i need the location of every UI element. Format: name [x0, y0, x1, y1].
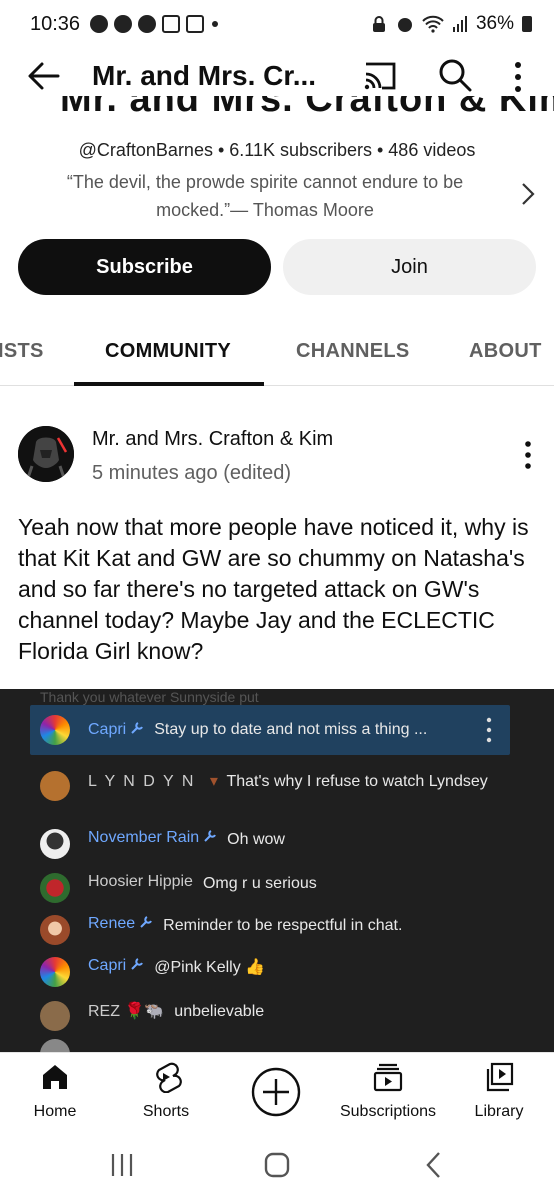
status-time: 10:36 [30, 12, 81, 35]
nav-shorts[interactable]: Shorts [111, 1061, 221, 1121]
chat-username-text: Renee [88, 915, 136, 932]
lock-icon [372, 16, 385, 32]
subscribe-button[interactable]: Subscribe [18, 239, 271, 295]
recent-apps-icon[interactable] [110, 1152, 134, 1178]
system-home-icon[interactable] [264, 1152, 290, 1178]
chat-message-body: That's why I refuse to watch Lyndsey [226, 773, 488, 790]
chat-username: Renee [88, 915, 153, 933]
chat-username-text: L Y N D Y N [88, 773, 196, 790]
channel-handle-line: @CraftonBarnes • 6.11K subscribers • 486… [78, 140, 476, 160]
system-back-icon[interactable] [424, 1150, 442, 1180]
bat-emoji-icon: ▾ [209, 773, 218, 790]
system-navigation-bar [0, 1132, 554, 1200]
chat-avatar-rainbow [40, 715, 70, 745]
chat-message: Capri @Pink Kelly 👍 [40, 957, 510, 987]
subscriptions-icon [373, 1063, 403, 1092]
chat-message: Renee Reminder to be respectful in chat. [40, 915, 510, 945]
nav-subscriptions[interactable]: Subscriptions [333, 1061, 443, 1121]
post-body-text: Yeah now that more people have noticed i… [18, 514, 529, 664]
chat-message: L Y N D Y N ▾ That's why I refuse to wat… [40, 771, 510, 801]
battery-percent: 36% [475, 13, 514, 34]
home-icon [43, 1065, 67, 1089]
join-button[interactable]: Join [283, 239, 536, 295]
bottom-navigation: Home Shorts Subscriptions Library [0, 1052, 554, 1132]
chat-avatar-lion [40, 1001, 70, 1031]
signal-icon [452, 16, 467, 32]
chat-avatar-cookie [40, 771, 70, 801]
post-timestamp: 5 minutes ago (edited) [92, 462, 292, 484]
chat-username: Capri [88, 957, 144, 975]
darth-vader-avatar-image [18, 426, 74, 482]
chat-message-text: @Pink Kelly 👍 [154, 959, 266, 976]
chat-avatar-flower [40, 873, 70, 903]
library-icon [486, 1062, 514, 1092]
chat-message-text: Oh wow [227, 831, 285, 848]
tab-about[interactable]: ABOUT [469, 340, 542, 363]
chat-message-text: L Y N D Y N ▾ That's why I refuse to wat… [88, 771, 488, 793]
chat-username-text: Capri [88, 721, 127, 738]
wrench-icon [131, 958, 144, 970]
post-more-vert-icon[interactable] [520, 440, 536, 470]
channel-title: Mr. and Mrs. Cr... [92, 60, 317, 91]
chat-message-text: Reminder to be respectful in chat. [163, 917, 403, 934]
wifi-icon [422, 15, 444, 33]
back-arrow-icon[interactable] [26, 58, 62, 94]
tiktok-icon [138, 15, 157, 33]
notification-icons [90, 15, 205, 33]
post-image-chat-screenshot[interactable]: Thank you whatever Sunnyside put Capri S… [0, 689, 554, 1054]
channel-tabs: ISTS COMMUNITY CHANNELS ABOUT [0, 322, 554, 386]
wrench-icon [204, 830, 217, 842]
nav-library-label: Library [474, 1103, 524, 1120]
more-notifications-dot [212, 21, 219, 27]
search-icon[interactable] [438, 58, 472, 92]
tab-community[interactable]: COMMUNITY [105, 340, 231, 363]
chat-message-text: Omg r u serious [202, 875, 317, 892]
chat-username-text: Capri [88, 957, 127, 974]
messenger-icon [90, 15, 109, 33]
chat-username-text: November Rain [88, 829, 200, 846]
e-app-icon [162, 15, 181, 33]
gallery-icon [186, 15, 205, 33]
chat-username: REZ 🌹🐃 [88, 1003, 165, 1020]
post-author[interactable]: Mr. and Mrs. Crafton & Kim [92, 428, 333, 451]
channel-name-banner: Mr. and Mrs. Crafton & Kim [0, 96, 554, 126]
tab-playlists[interactable]: ISTS [0, 340, 44, 363]
chat-message-text: unbelievable [174, 1003, 265, 1020]
nav-shorts-label: Shorts [142, 1103, 190, 1120]
channel-bio[interactable]: “The devil, the prowde spirite cannot en… [40, 168, 490, 224]
shorts-icon [156, 1062, 182, 1093]
chat-username: Capri [88, 721, 144, 739]
chat-avatar-portrait [40, 829, 70, 859]
nav-subscriptions-label: Subscriptions [339, 1103, 437, 1120]
battery-icon [522, 16, 532, 32]
chat-message: November Rain Oh wow [40, 829, 510, 859]
facebook-icon [114, 15, 133, 33]
more-vert-icon[interactable] [508, 60, 528, 94]
create-plus-icon[interactable] [251, 1067, 301, 1117]
chat-message: REZ 🌹🐃 unbelievable [40, 1001, 510, 1031]
chat-message: Hoosier Hippie Omg r u serious [40, 873, 510, 903]
active-tab-indicator [74, 382, 264, 386]
chat-message-text: Stay up to date and not miss a thing ... [154, 721, 428, 738]
cast-icon[interactable] [362, 60, 398, 92]
nav-home[interactable]: Home [0, 1061, 110, 1121]
alarm-icon [397, 18, 412, 32]
wrench-icon [140, 916, 153, 928]
avatar[interactable] [18, 426, 74, 482]
nav-home-label: Home [33, 1103, 77, 1120]
nav-library[interactable]: Library [444, 1061, 554, 1121]
chat-username: November Rain [88, 829, 217, 847]
chevron-right-icon[interactable] [518, 180, 538, 208]
chat-more-vert-icon [486, 717, 492, 743]
wrench-icon [131, 722, 144, 734]
chat-avatar-portrait [40, 915, 70, 945]
tab-channels[interactable]: CHANNELS [296, 340, 410, 363]
chat-message: Capri Stay up to date and not miss a thi… [30, 705, 510, 755]
chat-avatar-rainbow [40, 957, 70, 987]
chat-username: Hoosier Hippie [88, 873, 193, 890]
chat-faded-top-line: Thank you whatever Sunnyside put [40, 689, 259, 705]
status-right: 36% [370, 13, 532, 35]
channel-name-large: Mr. and Mrs. Crafton & Kim [60, 96, 554, 120]
status-bar: 10:36 36% [0, 0, 554, 48]
